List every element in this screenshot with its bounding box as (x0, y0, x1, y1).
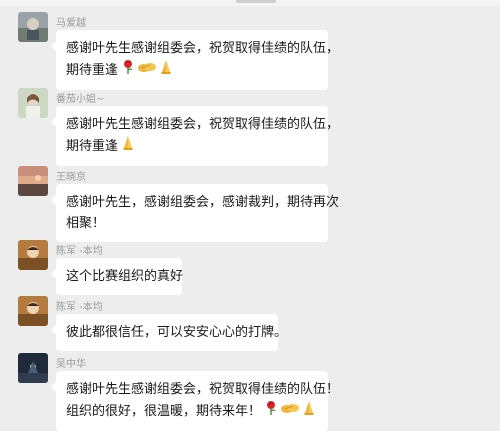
message-text-line: 彼此都很信任，可以安安心心的打牌。 (66, 325, 288, 340)
message-text-line: 组织的很好，很温暖，期待来年！ (66, 404, 262, 419)
message-text-line: 这个比赛组织的真好 (66, 269, 184, 284)
avatar[interactable] (18, 353, 48, 383)
message-text-line: 感谢叶先生感谢组委会，祝贺取得佳绩的队伍， (66, 117, 340, 132)
message-bubble[interactable]: 感谢叶先生，感谢组委会，感谢裁判，期待再次 相聚！ (51, 184, 340, 242)
avatar[interactable] (18, 296, 48, 326)
message-text-line: 感谢叶先生，感谢组委会，感谢裁判，期待再次 (66, 195, 340, 210)
top-scroll-area[interactable] (0, 0, 500, 6)
scrollbar-thumb[interactable] (236, 0, 276, 3)
sender-name: 马爱越 (56, 18, 86, 29)
avatar[interactable] (18, 240, 48, 270)
sender-name: 王晓京 (56, 172, 86, 183)
avatar[interactable] (18, 166, 48, 196)
sender-name: 陈军 -本均 (56, 302, 103, 313)
message-text-line: 感谢叶先生感谢组委会，祝贺取得佳绩的队伍， (66, 41, 340, 56)
message-bubble[interactable]: 彼此都很信任，可以安安心心的打牌。 (51, 314, 288, 351)
sender-name: 陈军 -本均 (56, 246, 103, 257)
pray-icon (301, 400, 317, 423)
rose-icon (263, 400, 279, 423)
message-bubble[interactable]: 感谢叶先生感谢组委会，祝贺取得佳绩的队伍！ 组织的很好，很温暖，期待来年！ (51, 371, 340, 431)
message-bubble[interactable]: 感谢叶先生感谢组委会，祝贺取得佳绩的队伍， 期待重逢 (51, 30, 340, 90)
handshake-icon (138, 59, 157, 82)
rose-icon (120, 59, 136, 82)
handshake-icon (281, 400, 300, 423)
chat-window: 马爱越 感谢叶先生感谢组委会，祝贺取得佳绩的队伍， 期待重逢 番茄小姐~ 感谢叶… (0, 0, 500, 431)
message-text-line: 感谢叶先生感谢组委会，祝贺取得佳绩的队伍！ (66, 382, 340, 397)
pray-icon (158, 59, 174, 82)
message-bubble[interactable]: 感谢叶先生感谢组委会，祝贺取得佳绩的队伍， 期待重逢 (51, 106, 340, 166)
avatar[interactable] (18, 12, 48, 42)
sender-name: 番茄小姐~ (56, 94, 105, 105)
message-bubble[interactable]: 这个比赛组织的真好 (51, 258, 184, 295)
message-text-line: 相聚！ (66, 216, 106, 231)
pray-icon (120, 135, 136, 158)
message-text-line: 期待重逢 (66, 139, 119, 154)
avatar[interactable] (18, 88, 48, 118)
message-text-line: 期待重逢 (66, 63, 119, 78)
sender-name: 吴中华 (56, 359, 86, 370)
